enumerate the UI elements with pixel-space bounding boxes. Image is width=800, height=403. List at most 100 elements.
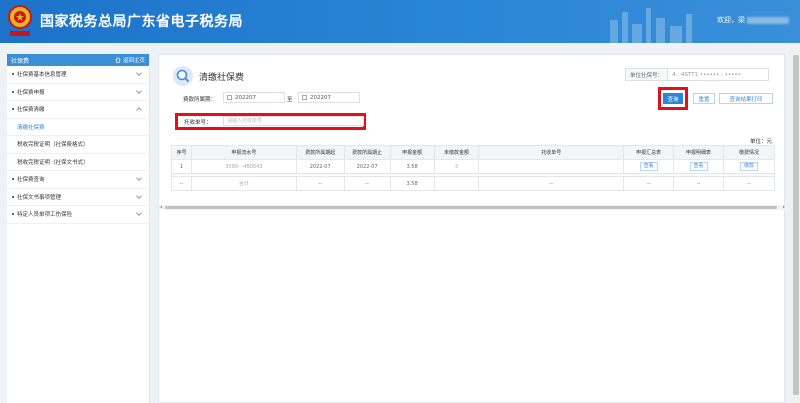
col-header: 申报金额 [389, 145, 435, 160]
sidebar-item-label: 社保费申报 [17, 89, 45, 96]
tuo-no-label: 托收单号： [184, 120, 212, 126]
pay-button[interactable]: 缴款 [739, 162, 758, 171]
horizontal-scrollbar[interactable] [159, 205, 786, 210]
chevron-down-icon [136, 87, 142, 94]
sidebar-item-label: 清缴社保费 [17, 124, 45, 131]
col-header: 申报明细表 [673, 145, 724, 160]
total-amount: 3.58 [389, 176, 435, 191]
bullet-icon [12, 108, 14, 111]
vertical-scrollbar[interactable] [792, 43, 800, 403]
sidebar-item-injury-insurance[interactable]: 特定人员单项工伤保险 [7, 206, 149, 224]
cell-amount: 3.58 [389, 159, 435, 174]
welcome-user[interactable]: 欢迎，梁 [717, 15, 789, 25]
cell-pay: 缴款 [723, 159, 775, 174]
sidebar-item-query[interactable]: 社保费查询 [7, 171, 149, 189]
total-summary: -- [623, 176, 675, 191]
sidebar-item-clearance[interactable]: 社保费清缴 [7, 101, 149, 119]
bullet-icon [12, 195, 14, 198]
cell-summary: 查看 [623, 159, 675, 174]
bullet-icon [12, 213, 14, 216]
query-button[interactable]: 查询 [663, 93, 683, 104]
view-detail-button[interactable]: 查看 [689, 162, 708, 171]
total-to: -- [343, 176, 391, 191]
col-header: 申报汇总表 [623, 145, 675, 160]
scrollbar-thumb[interactable] [793, 55, 799, 395]
total-detail: -- [673, 176, 724, 191]
sidebar-title: 社保费 [11, 57, 30, 65]
col-header: 托收单号 [478, 145, 625, 160]
col-header: 缴费情况 [723, 145, 775, 160]
table-row: 1 3000- -4B0643 2022-07 2022-07 3.58 3 查… [171, 159, 775, 174]
sidebar-item-label: 税收完税证明（社保费格式） [17, 142, 89, 149]
welcome-text: 欢迎，梁 [717, 16, 745, 24]
chevron-down-icon [136, 210, 142, 216]
calendar-icon [227, 95, 232, 100]
sidebar-item-label: 社保费基本信息管理 [17, 72, 67, 79]
col-header: 未缴款金额 [433, 145, 480, 160]
total-label: 合计 [190, 176, 297, 191]
home-link[interactable]: 返回主页 [115, 56, 145, 64]
cell-flow-no: 3000- -4B0643 [190, 159, 297, 174]
sidebar-item-label: 特定人员单项工伤保险 [17, 212, 73, 219]
bullet-icon [12, 90, 14, 93]
skyline-decoration [610, 8, 692, 43]
tax-emblem-logo [8, 5, 32, 36]
print-results-button[interactable]: 查询结果打印 [719, 93, 773, 104]
sidebar-item-tax-cert-doc[interactable]: 税收完税证明（社保文书式） [7, 153, 149, 171]
chevron-up-icon [136, 107, 142, 113]
masked-username [747, 16, 789, 24]
col-header: 费款所属期止 [343, 145, 391, 160]
total-tuo-no: -- [478, 176, 625, 191]
period-label: 费款所属期： [183, 97, 217, 103]
sidebar-item-declare[interactable]: 社保费申报 [7, 84, 149, 101]
col-header: 序号 [171, 145, 192, 160]
sidebar-item-doc-manage[interactable]: 社保文书事项管理 [7, 189, 149, 206]
top-header: 国家税务总局广东省电子税务局 欢迎，梁 [0, 0, 800, 43]
sidebar-item-basic-info[interactable]: 社保费基本信息管理 [7, 66, 149, 84]
reset-button[interactable]: 重置 [693, 93, 715, 104]
sidebar-item-label: 社保费查询 [17, 177, 45, 184]
page-title: 清缴社保费 [199, 73, 245, 83]
sidebar-item-label: 社保文书事项管理 [17, 194, 62, 201]
scroll-left-icon[interactable] [160, 206, 162, 208]
cell-period-from: 2022-07 [295, 159, 345, 174]
chevron-down-icon [136, 70, 142, 76]
total-seq: -- [171, 176, 192, 191]
period-from-value: 202207 [235, 94, 256, 101]
col-header: 申报流水号 [190, 145, 297, 160]
period-to-value: 202207 [310, 94, 331, 101]
unit-no-label: 单位社保号： [626, 69, 669, 80]
sidebar-item-clear-fee[interactable]: 清缴社保费 [7, 118, 149, 136]
period-from-input[interactable]: 202207 [223, 92, 285, 103]
sidebar: 社保费 返回主页 社保费基本信息管理 社保费申报 社保费清缴 清缴社保费 税收完… [7, 54, 150, 403]
cell-tuo-no [478, 159, 625, 174]
calendar-icon [302, 95, 307, 100]
scroll-right-icon[interactable] [783, 206, 785, 208]
search-icon [173, 66, 193, 86]
cell-period-to: 2022-07 [343, 159, 391, 174]
bullet-icon [12, 73, 14, 76]
cell-unpaid: 3 [433, 159, 480, 174]
payment-table: 序号 申报流水号 费款所属期起 费款所属期止 申报金额 未缴款金额 托收单号 申… [171, 145, 775, 191]
table-header-row: 序号 申报流水号 费款所属期起 费款所属期止 申报金额 未缴款金额 托收单号 申… [171, 145, 775, 160]
period-to-input[interactable]: 202207 [298, 92, 360, 103]
sidebar-item-tax-cert-fee[interactable]: 税收完税证明（社保费格式） [7, 136, 149, 154]
tuo-no-input[interactable]: 请输入托收单号 [223, 116, 364, 126]
period-to-separator: 至 [287, 97, 293, 103]
view-summary-button[interactable]: 查看 [639, 162, 658, 171]
table-total-row: -- 合计 -- -- 3.58 -- -- -- -- [171, 176, 775, 191]
bullet-icon [12, 178, 14, 181]
home-icon [115, 57, 121, 63]
sidebar-item-label: 社保费清缴 [17, 107, 45, 114]
total-from: -- [295, 176, 345, 191]
main-panel: 清缴社保费 单位社保号： 4: :4STT1 •••••• : ••••• 费款… [158, 54, 786, 403]
scrollbar-thumb[interactable] [165, 206, 777, 209]
sidebar-header: 社保费 返回主页 [7, 54, 149, 66]
total-unpaid [433, 176, 480, 191]
cell-detail: 查看 [673, 159, 724, 174]
chevron-down-icon [136, 192, 142, 199]
sidebar-item-label: 税收完税证明（社保文书式） [17, 159, 89, 166]
unit-social-security-no[interactable]: 单位社保号： 4: :4STT1 •••••• : ••••• [625, 68, 770, 81]
chevron-down-icon [136, 175, 142, 181]
unit-label: 单位：元 [749, 139, 772, 145]
